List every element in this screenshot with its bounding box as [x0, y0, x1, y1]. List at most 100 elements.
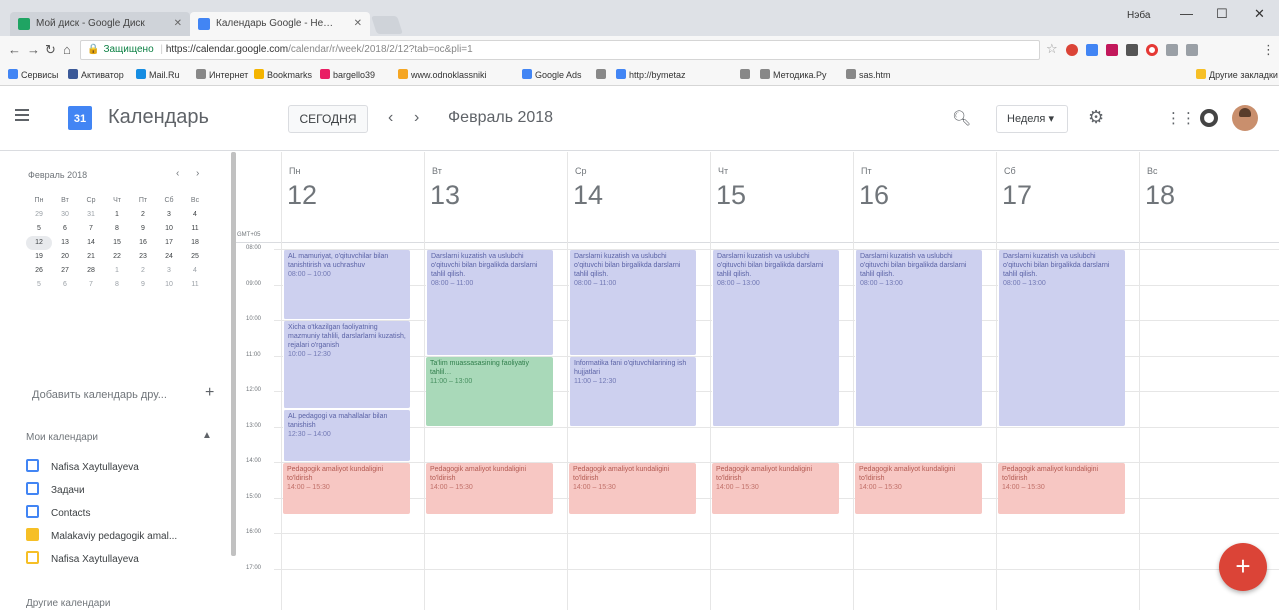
extension-icon[interactable] [1166, 44, 1178, 56]
add-calendar-plus-icon[interactable]: + [205, 384, 214, 402]
mini-day[interactable]: 29 [26, 208, 52, 222]
day-number[interactable]: 12 [287, 180, 317, 211]
extension-icon[interactable] [1106, 44, 1118, 56]
mini-day[interactable]: 6 [52, 278, 78, 292]
checkbox[interactable] [26, 528, 39, 541]
mini-day[interactable]: 18 [182, 236, 208, 250]
day-number[interactable]: 18 [1145, 180, 1175, 211]
bookmark-item[interactable] [740, 69, 753, 80]
mini-day[interactable]: 30 [52, 208, 78, 222]
my-calendars-title[interactable]: Мои календари [26, 432, 98, 443]
mini-day[interactable]: 21 [78, 250, 104, 264]
calendar-event[interactable]: Pedagogik amaliyot kundaligini to'ldiris… [426, 463, 553, 515]
mini-day[interactable]: 16 [130, 236, 156, 250]
maximize-icon[interactable]: ☐ [1216, 6, 1228, 22]
checkbox[interactable] [26, 482, 39, 495]
day-header[interactable]: Сб 17 [996, 152, 1139, 227]
mini-day[interactable]: 26 [26, 264, 52, 278]
extension-icon[interactable] [1066, 44, 1078, 56]
day-header[interactable]: Пн 12 [281, 152, 424, 227]
calendar-item[interactable]: Malakaviy pedagogik amal... [26, 528, 177, 546]
mini-day[interactable]: 22 [104, 250, 130, 264]
calendar-event[interactable]: Pedagogik amaliyot kundaligini to'ldiris… [855, 463, 982, 515]
search-icon[interactable]: 🔍︎ [952, 109, 971, 127]
opera-extension-icon[interactable] [1146, 44, 1158, 56]
bookmark-item[interactable]: http://bymetaz [616, 69, 686, 80]
next-week-icon[interactable]: › [414, 109, 419, 127]
calendar-event[interactable]: Pedagogik amaliyot kundaligini to'ldiris… [998, 463, 1125, 515]
bookmark-item[interactable]: Bookmarks [254, 69, 312, 80]
calendar-event[interactable]: Xicha o'tkazilgan faoliyatning mazmuniy … [283, 321, 410, 408]
today-button[interactable]: СЕГОДНЯ [288, 105, 368, 133]
mini-day[interactable]: 31 [78, 208, 104, 222]
checkbox[interactable] [26, 551, 39, 564]
mini-day[interactable]: 17 [156, 236, 182, 250]
mini-day[interactable]: 7 [78, 222, 104, 236]
mini-day[interactable]: 2 [130, 264, 156, 278]
view-selector[interactable]: Неделя ▾ [996, 105, 1068, 133]
mini-day[interactable]: 3 [156, 208, 182, 222]
calendar-item[interactable]: Contacts [26, 505, 90, 523]
back-icon[interactable]: ← [8, 42, 21, 57]
calendar-event[interactable]: Darslarni kuzatish va uslubchi o'qituvch… [712, 250, 839, 426]
forward-icon[interactable]: → [27, 42, 40, 57]
new-tab-button[interactable] [371, 16, 403, 34]
close-window-icon[interactable]: ✕ [1254, 6, 1265, 22]
mini-day[interactable]: 9 [130, 278, 156, 292]
mini-day[interactable]: 11 [182, 222, 208, 236]
mini-day[interactable]: 10 [156, 278, 182, 292]
mini-day[interactable]: 11 [182, 278, 208, 292]
mini-day[interactable]: 4 [182, 208, 208, 222]
day-header[interactable]: Чт 15 [710, 152, 853, 227]
gear-icon[interactable]: ⚙ [1088, 107, 1104, 128]
day-number[interactable]: 16 [859, 180, 889, 211]
bookmark-item[interactable]: Интернет [196, 69, 248, 80]
mini-day[interactable]: 12 [26, 236, 52, 250]
checkbox[interactable] [26, 459, 39, 472]
add-calendar-input[interactable]: Добавить календарь дру... [32, 389, 167, 401]
mini-next-icon[interactable]: › [196, 168, 199, 179]
url-input[interactable]: 🔒 Защищено | https://calendar.google.com/… [80, 40, 1040, 60]
calendar-event[interactable]: Darslarni kuzatish va uslubchi o'qituvch… [998, 250, 1125, 426]
main-menu-icon[interactable] [15, 109, 29, 121]
chevron-up-icon[interactable]: ▲ [202, 430, 212, 441]
mini-day[interactable]: 8 [104, 222, 130, 236]
mini-day[interactable]: 2 [130, 208, 156, 222]
mini-day[interactable]: 1 [104, 208, 130, 222]
bookmark-item[interactable]: Mail.Ru [136, 69, 180, 80]
calendar-event[interactable]: Darslarni kuzatish va uslubchi o'qituvch… [569, 250, 696, 355]
mini-day[interactable]: 20 [52, 250, 78, 264]
day-number[interactable]: 13 [430, 180, 460, 211]
mini-day[interactable]: 28 [78, 264, 104, 278]
mini-day[interactable]: 5 [26, 278, 52, 292]
calendar-event[interactable]: Informatika fani o'qituvchilarining ish … [569, 356, 696, 426]
mini-prev-icon[interactable]: ‹ [176, 168, 179, 179]
close-tab-icon[interactable]: ✕ [354, 12, 362, 36]
bookmark-item[interactable]: Активатор [68, 69, 124, 80]
calendar-event[interactable]: Pedagogik amaliyot kundaligini to'ldiris… [283, 463, 410, 515]
close-tab-icon[interactable]: ✕ [174, 12, 182, 36]
window-user-label[interactable]: Нэба [1127, 10, 1150, 21]
calendar-item[interactable]: Nafisa Xaytullayeva [26, 459, 139, 477]
day-number[interactable]: 14 [573, 180, 603, 211]
extension-icon[interactable] [1186, 44, 1198, 56]
bookmark-item[interactable]: Google Ads [522, 69, 582, 80]
day-header[interactable]: Вт 13 [424, 152, 567, 227]
extension-icon[interactable] [1126, 44, 1138, 56]
mini-day[interactable]: 19 [26, 250, 52, 264]
checkbox[interactable] [26, 505, 39, 518]
mini-day[interactable]: 1 [104, 264, 130, 278]
browser-tab-drive[interactable]: Мой диск - Google Диск ✕ [10, 12, 190, 36]
bookmark-item[interactable] [596, 69, 609, 80]
browser-tab-calendar[interactable]: Календарь Google - Не… ✕ [190, 12, 370, 36]
avatar[interactable] [1232, 105, 1258, 131]
mini-day[interactable]: 3 [156, 264, 182, 278]
other-bookmarks[interactable]: Другие закладки [1196, 69, 1278, 80]
create-event-button[interactable]: + [1219, 543, 1267, 591]
day-header[interactable]: Вс 18 [1139, 152, 1279, 227]
mini-day[interactable]: 10 [156, 222, 182, 236]
bookmark-item[interactable]: sas.htm [846, 69, 891, 80]
calendar-event[interactable]: Pedagogik amaliyot kundaligini to'ldiris… [569, 463, 696, 515]
day-header[interactable]: Пт 16 [853, 152, 996, 227]
home-icon[interactable]: ⌂ [63, 42, 71, 57]
